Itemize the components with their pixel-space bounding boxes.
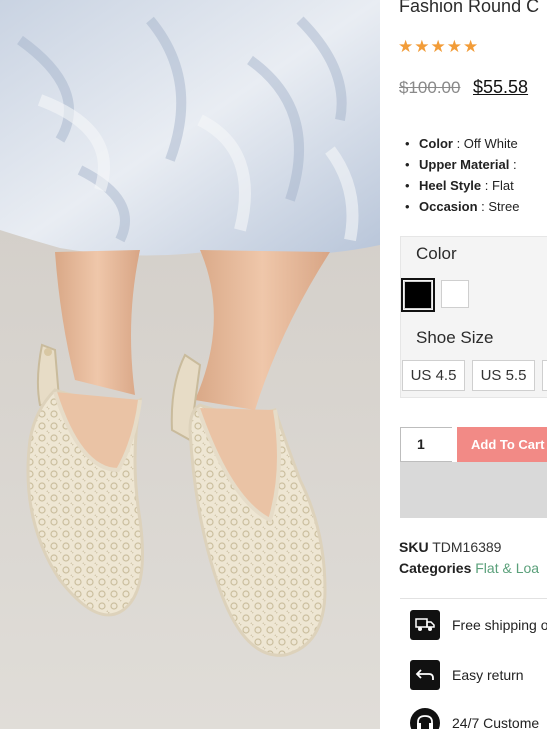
original-price: $100.00 bbox=[399, 78, 461, 97]
attribute-label: Occasion bbox=[419, 199, 478, 214]
product-image[interactable] bbox=[0, 0, 380, 729]
shoe-size-label: Shoe Size bbox=[416, 328, 494, 347]
attribute-occasion: Occasion : Stree bbox=[399, 196, 519, 217]
categories-label: Categories bbox=[399, 560, 472, 576]
size-option-more[interactable] bbox=[542, 360, 547, 391]
attribute-list: Color : Off White Upper Material : Heel … bbox=[399, 133, 519, 217]
size-option-us-4-5[interactable]: US 4.5 bbox=[402, 360, 465, 391]
attribute-value: : Flat bbox=[484, 178, 514, 193]
size-option-us-5-5[interactable]: US 5.5 bbox=[472, 360, 535, 391]
categories-row: Categories Flat & Loa bbox=[399, 560, 539, 576]
buy-now-button[interactable] bbox=[400, 462, 547, 518]
headset-icon bbox=[410, 708, 440, 729]
return-arrow-icon bbox=[410, 660, 440, 690]
attribute-label: Color bbox=[419, 136, 453, 151]
attribute-heel-style: Heel Style : Flat bbox=[399, 175, 519, 196]
attribute-upper-material: Upper Material : bbox=[399, 154, 519, 175]
feature-customer-support: 24/7 Custome bbox=[410, 708, 539, 729]
color-label: Color bbox=[416, 244, 457, 263]
attribute-label: Heel Style bbox=[419, 178, 482, 193]
attribute-value: : bbox=[512, 157, 517, 172]
attribute-value: : Stree bbox=[481, 199, 520, 214]
rating-stars[interactable]: ★★★★★ bbox=[398, 37, 479, 57]
divider bbox=[400, 598, 547, 599]
sku-value: TDM16389 bbox=[432, 539, 502, 555]
feature-easy-return: Easy return bbox=[410, 660, 524, 690]
add-to-cart-button[interactable]: Add To Cart bbox=[457, 427, 547, 462]
feature-text: 24/7 Custome bbox=[452, 715, 540, 729]
attribute-label: Upper Material bbox=[419, 157, 510, 172]
category-link[interactable]: Flat & Loa bbox=[475, 560, 539, 576]
sku-label: SKU bbox=[399, 539, 429, 555]
attribute-value: : Off White bbox=[456, 136, 518, 151]
product-title: Fashion Round C bbox=[399, 0, 540, 16]
feature-text: Easy return bbox=[452, 667, 524, 683]
attribute-color: Color : Off White bbox=[399, 133, 519, 154]
feature-text: Free shipping o bbox=[452, 617, 547, 633]
product-info: Fashion Round C ★★★★★ $100.00 $55.58 Col… bbox=[380, 0, 547, 729]
color-swatch-black[interactable] bbox=[401, 278, 435, 312]
color-swatch-white[interactable] bbox=[441, 280, 469, 308]
sku-row: SKU TDM16389 bbox=[399, 539, 501, 555]
truck-icon bbox=[410, 610, 440, 640]
sale-price: $55.58 bbox=[473, 77, 529, 97]
quantity-input[interactable]: 1 bbox=[400, 427, 452, 462]
feature-free-shipping: Free shipping o bbox=[410, 610, 547, 640]
